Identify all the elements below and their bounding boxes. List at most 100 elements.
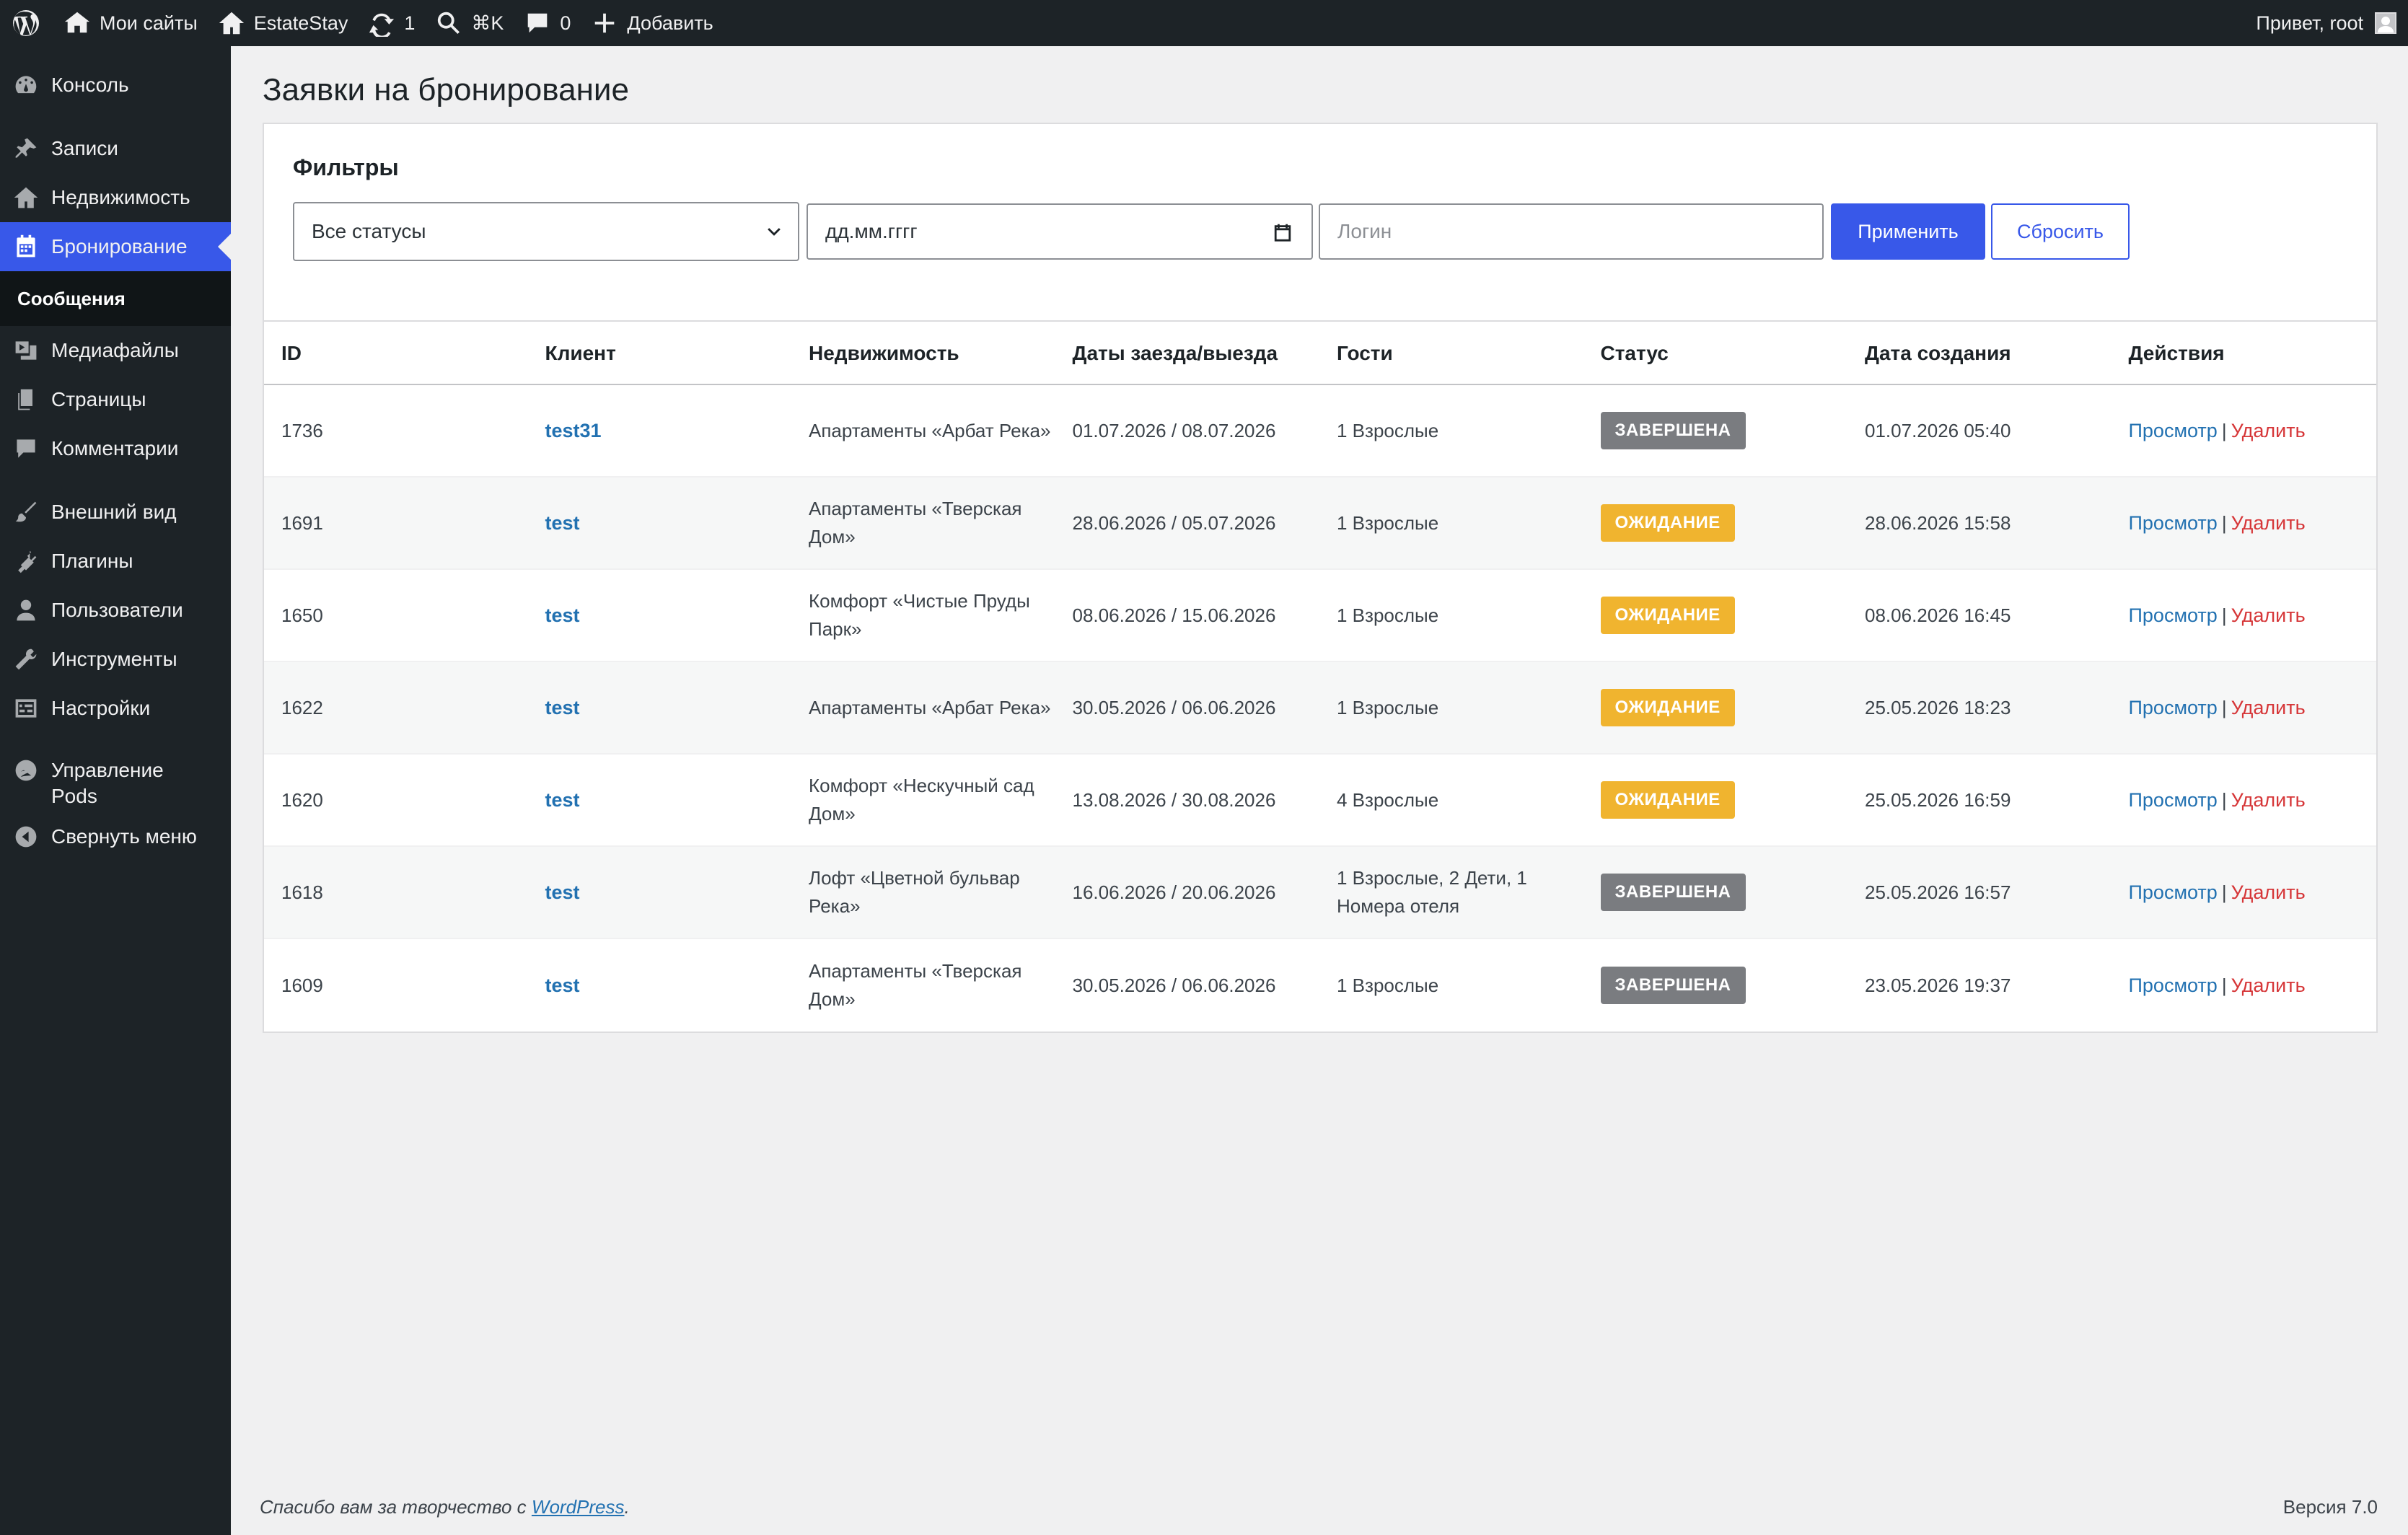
add-new-menu[interactable]: Добавить — [581, 0, 723, 46]
view-link[interactable]: Просмотр — [2129, 697, 2218, 718]
column-header-dates[interactable]: Даты заезда/выезда — [1055, 339, 1320, 367]
comment-icon — [17, 439, 35, 458]
comments-menu[interactable]: 0 — [514, 0, 581, 46]
client-link[interactable]: test — [545, 881, 580, 903]
sidebar-item-label: Пользователи — [51, 599, 183, 621]
client-link[interactable]: test — [545, 604, 580, 626]
status-badge: ОЖИДАНИЕ — [1600, 689, 1735, 726]
sidebar-item-plugins[interactable]: Плагины — [0, 537, 231, 586]
sidebar-item-tools[interactable]: Инструменты — [0, 635, 231, 684]
delete-link[interactable]: Удалить — [2231, 975, 2306, 996]
cell-dates: 13.08.2026 / 30.08.2026 — [1072, 788, 1276, 811]
wordpress-link[interactable]: WordPress — [532, 1496, 625, 1518]
media-icon — [15, 341, 37, 360]
view-link[interactable]: Просмотр — [2129, 604, 2218, 626]
view-link[interactable]: Просмотр — [2129, 420, 2218, 441]
cell-id: 1609 — [281, 974, 323, 996]
cell-id: 1618 — [281, 881, 323, 903]
client-link[interactable]: test — [545, 697, 580, 718]
client-link[interactable]: test — [545, 512, 580, 534]
column-header-actions: Действия — [2128, 341, 2225, 364]
delete-link[interactable]: Удалить — [2231, 420, 2306, 441]
delete-link[interactable]: Удалить — [2231, 512, 2306, 534]
status-select[interactable]: Все статусы — [293, 202, 799, 261]
sidebar-item-posts[interactable]: Записи — [0, 124, 231, 173]
settings-icon — [15, 699, 37, 718]
cell-id: 1691 — [281, 511, 323, 534]
column-header-client[interactable]: Клиент — [528, 339, 792, 367]
client-link[interactable]: test31 — [545, 420, 602, 441]
view-link[interactable]: Просмотр — [2129, 789, 2218, 811]
column-header-created[interactable]: Дата создания — [1847, 339, 2112, 367]
sidebar-item-media[interactable]: Медиафайлы — [0, 326, 231, 375]
date-input[interactable]: дд.мм.гггг — [807, 203, 1313, 260]
wordpress-logo-icon[interactable] — [0, 0, 53, 46]
cell-property: Комфорт «Нескучный сад Дом» — [809, 775, 1034, 824]
delete-link[interactable]: Удалить — [2231, 697, 2306, 718]
login-input[interactable]: Логин — [1319, 203, 1824, 260]
table-row: 1650 test Комфорт «Чистые Пруды Парк» 08.06… — [264, 570, 2376, 662]
sidebar-item-label: Бронирование — [51, 235, 188, 258]
cell-actions: Просмотр | Удалить — [2112, 509, 2377, 537]
delete-link[interactable]: Удалить — [2231, 604, 2306, 626]
comment-icon — [528, 13, 548, 33]
comments-count: 0 — [560, 12, 571, 34]
sidebar-item-label: Плагины — [51, 550, 133, 572]
table-row: 1609 test Апартаменты «Тверская Дом» 30.05.… — [264, 939, 2376, 1032]
admin-sidebar: Консоль Записи Недвижимость Бронирование… — [0, 46, 231, 1535]
reset-button[interactable]: Сбросить — [1991, 203, 2130, 260]
client-link[interactable]: test — [545, 975, 580, 996]
updates-menu[interactable]: 1 — [358, 0, 425, 46]
sidebar-item-label: Страницы — [51, 388, 146, 410]
cell-id: 1622 — [281, 696, 323, 718]
sidebar-item-comments[interactable]: Комментарии — [0, 424, 231, 473]
my-sites-menu[interactable]: Мои сайты — [53, 0, 208, 46]
view-link[interactable]: Просмотр — [2129, 512, 2218, 534]
view-link[interactable]: Просмотр — [2129, 881, 2218, 903]
calendar-icon[interactable] — [1273, 222, 1293, 242]
cell-actions: Просмотр | Удалить — [2112, 879, 2377, 907]
sidebar-item-pods[interactable]: Управление Pods — [0, 747, 231, 812]
account-menu[interactable]: Привет, root — [2246, 0, 2408, 46]
cell-guests: 1 Взрослые — [1337, 419, 1439, 441]
delete-link[interactable]: Удалить — [2231, 881, 2306, 903]
sidebar-item-appearance[interactable]: Внешний вид — [0, 488, 231, 537]
admin-bar: Мои сайты EstateStay 1 ⌘K 0 Добавить При… — [0, 0, 2408, 46]
sidebar-item-pages[interactable]: Страницы — [0, 375, 231, 424]
view-link[interactable]: Просмотр — [2129, 975, 2218, 996]
column-header-guests[interactable]: Гости — [1319, 339, 1583, 367]
search-icon — [438, 12, 460, 35]
actions-separator: | — [2221, 419, 2227, 441]
table-row: 1736 test31 Апартаменты «Арбат Река» 01.07.… — [264, 385, 2376, 478]
status-badge: ОЖИДАНИЕ — [1600, 597, 1735, 634]
cell-property: Апартаменты «Арбат Река» — [809, 696, 1051, 718]
delete-link[interactable]: Удалить — [2231, 789, 2306, 811]
status-badge: ОЖИДАНИЕ — [1600, 504, 1735, 542]
home-icon — [219, 12, 244, 35]
search-menu[interactable]: ⌘K — [425, 0, 514, 46]
page-title: Заявки на бронирование — [263, 72, 629, 107]
sidebar-subitem-messages[interactable]: Сообщения — [0, 271, 231, 326]
column-header-status[interactable]: Статус — [1583, 339, 1848, 367]
footer-thanks: Спасибо вам за творчество с WordPress. — [260, 1496, 630, 1518]
site-name-menu[interactable]: EstateStay — [208, 0, 359, 46]
column-header-id[interactable]: ID — [264, 339, 528, 367]
cell-dates: 28.06.2026 / 05.07.2026 — [1072, 511, 1276, 534]
client-link[interactable]: test — [545, 789, 580, 811]
sidebar-item-booking[interactable]: Бронирование — [0, 222, 231, 271]
column-header-property[interactable]: Недвижимость — [791, 339, 1055, 367]
sidebar-item-settings[interactable]: Настройки — [0, 684, 231, 733]
sidebar-collapse-menu[interactable]: Свернуть меню — [0, 812, 231, 861]
sidebar-item-label: Управление Pods — [51, 759, 164, 807]
sidebar-item-users[interactable]: Пользователи — [0, 586, 231, 635]
home-icon — [14, 187, 38, 208]
sidebar-item-dashboard[interactable]: Консоль — [0, 61, 231, 110]
apply-button[interactable]: Применить — [1831, 203, 1985, 260]
my-sites-label: Мои сайты — [100, 12, 198, 34]
cell-guests: 1 Взрослые — [1337, 696, 1439, 718]
search-shortcut: ⌘K — [471, 12, 504, 34]
cell-id: 1650 — [281, 604, 323, 626]
sidebar-item-property[interactable]: Недвижимость — [0, 173, 231, 222]
cell-property: Апартаменты «Тверская Дом» — [809, 960, 1022, 1010]
cell-guests: 1 Взрослые — [1337, 974, 1439, 996]
